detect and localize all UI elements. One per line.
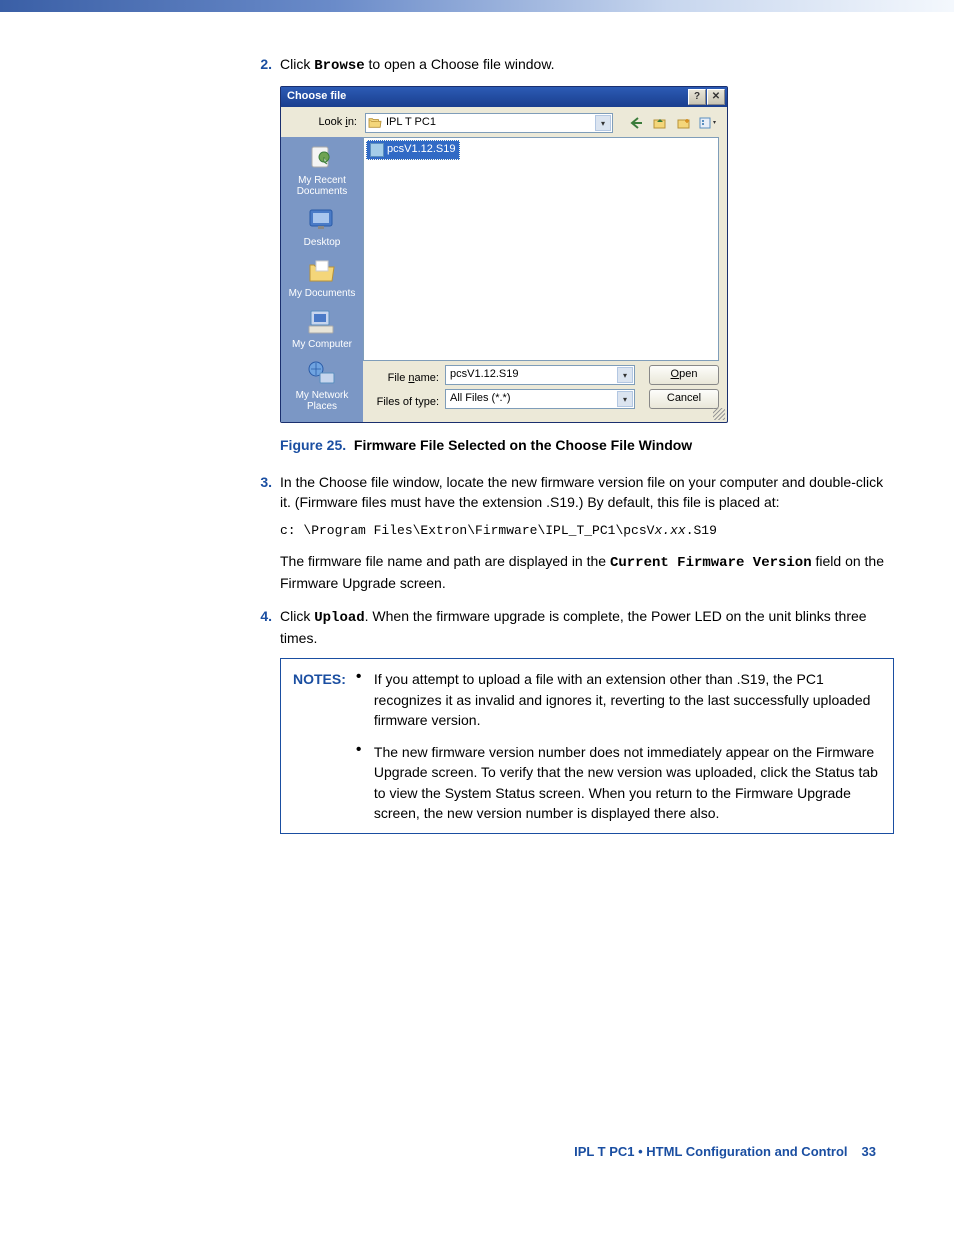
filetype-dropdown[interactable]: All Files (*.*) ▾ — [445, 389, 635, 409]
view-menu-icon[interactable] — [697, 113, 719, 133]
upload-label: Upload — [314, 610, 364, 626]
dialog-title: Choose file — [287, 89, 687, 105]
place-label: Desktop — [281, 237, 363, 248]
lookin-value: IPL T PC1 — [386, 115, 436, 131]
help-button[interactable]: ? — [688, 89, 706, 105]
step-4: 4. Click Upload. When the firmware upgra… — [250, 606, 894, 649]
note-text: The new firmware version number does not… — [374, 742, 881, 823]
browse-label: Browse — [314, 58, 364, 74]
lookin-label: Look in: — [289, 115, 361, 131]
chevron-down-icon: ▾ — [595, 115, 611, 131]
filetype-value: All Files (*.*) — [450, 391, 511, 407]
text: Click — [280, 608, 314, 624]
bullet-icon: • — [356, 742, 366, 823]
code-path: c: \Program Files\Extron\Firmware\IPL_T_… — [280, 522, 894, 541]
close-button[interactable]: ✕ — [707, 89, 725, 105]
page-number: 33 — [862, 1144, 876, 1159]
desktop-icon — [305, 205, 339, 235]
notes-title: NOTES: — [293, 669, 346, 823]
step-3b-text: The firmware file name and path are disp… — [280, 551, 894, 594]
text: The firmware file name and path are disp… — [280, 553, 610, 569]
open-button[interactable]: Open — [649, 365, 719, 385]
page-header-bar — [0, 0, 954, 12]
place-label: My Recent Documents — [281, 175, 363, 197]
filename-label: File name: — [363, 368, 439, 392]
place-label: My Computer — [281, 339, 363, 350]
places-bar: My Recent Documents Desktop My Documents… — [281, 137, 363, 422]
path-a: c: \Program Files\Extron\Firmware\IPL_T_… — [280, 523, 654, 538]
note-text: If you attempt to upload a file with an … — [374, 669, 881, 730]
file-icon — [370, 143, 384, 157]
up-folder-icon[interactable] — [649, 113, 671, 133]
filetype-label: Files of type: — [363, 392, 439, 416]
step-2: 2. Click Browse to open a Choose file wi… — [250, 54, 894, 76]
place-recent[interactable]: My Recent Documents — [281, 141, 363, 201]
bullet-icon: • — [356, 669, 366, 730]
choose-file-dialog: Choose file ? ✕ Look in: IPL T PC1 ▾ — [280, 86, 728, 423]
lookin-row: Look in: IPL T PC1 ▾ — [281, 107, 727, 137]
filename-value: pcsV1.12.S19 — [450, 367, 519, 383]
place-label: My Documents — [281, 288, 363, 299]
place-mydocs[interactable]: My Documents — [281, 254, 363, 303]
lookin-dropdown[interactable]: IPL T PC1 ▾ — [365, 113, 613, 133]
place-desktop[interactable]: Desktop — [281, 203, 363, 252]
current-fw-label: Current Firmware Version — [610, 555, 812, 571]
cancel-button[interactable]: Cancel — [649, 389, 719, 409]
chevron-down-icon: ▾ — [617, 367, 633, 383]
note-item: •The new firmware version number does no… — [356, 742, 881, 823]
folder-open-icon — [368, 117, 382, 129]
page-footer: IPL T PC1 • HTML Configuration and Contr… — [0, 1144, 954, 1159]
recent-docs-icon — [305, 143, 339, 173]
place-network[interactable]: My Network Places — [281, 356, 363, 416]
note-item: •If you attempt to upload a file with an… — [356, 669, 881, 730]
field-labels: File name: Files of type: — [363, 365, 439, 416]
step-number: 2. — [250, 54, 272, 76]
place-mycomputer[interactable]: My Computer — [281, 305, 363, 354]
file-name: pcsV1.12.S19 — [387, 142, 456, 158]
dialog-body: My Recent Documents Desktop My Documents… — [281, 137, 727, 422]
dialog-titlebar: Choose file ? ✕ — [281, 87, 727, 107]
step-number: 4. — [250, 606, 272, 649]
path-c: .S19 — [686, 523, 717, 538]
new-folder-icon[interactable] — [673, 113, 695, 133]
footer-text: IPL T PC1 • HTML Configuration and Contr… — [574, 1144, 847, 1159]
text: Click — [280, 56, 314, 72]
back-icon[interactable] — [625, 113, 647, 133]
path-b: x.xx — [654, 523, 685, 538]
step-number: 3. — [250, 472, 272, 513]
file-item-selected[interactable]: pcsV1.12.S19 — [366, 140, 460, 160]
network-places-icon — [305, 358, 339, 388]
step-text: Click Browse to open a Choose file windo… — [280, 54, 894, 76]
step-text: In the Choose file window, locate the ne… — [280, 472, 894, 513]
page-content: 2. Click Browse to open a Choose file wi… — [250, 54, 894, 834]
dialog-buttons: Open Cancel — [649, 365, 719, 409]
resize-grip-icon[interactable] — [713, 408, 725, 420]
step-text: Click Upload. When the firmware upgrade … — [280, 606, 894, 649]
my-documents-icon — [305, 256, 339, 286]
figure-label: Figure 25. — [280, 437, 346, 453]
notes-box: NOTES: •If you attempt to upload a file … — [280, 658, 894, 834]
text: to open a Choose file window. — [365, 56, 555, 72]
file-list[interactable]: pcsV1.12.S19 — [363, 137, 719, 361]
notes-list: •If you attempt to upload a file with an… — [352, 669, 881, 823]
field-inputs: pcsV1.12.S19 ▾ All Files (*.*) ▾ — [445, 365, 635, 413]
step-3: 3. In the Choose file window, locate the… — [250, 472, 894, 513]
text: . When the firmware upgrade is complete,… — [280, 608, 867, 646]
chevron-down-icon: ▾ — [617, 391, 633, 407]
figure-caption: Figure 25. Firmware File Selected on the… — [280, 435, 894, 455]
dialog-bottom: File name: Files of type: pcsV1.12.S19 ▾… — [363, 365, 727, 422]
my-computer-icon — [305, 307, 339, 337]
filename-input[interactable]: pcsV1.12.S19 ▾ — [445, 365, 635, 385]
place-label: My Network Places — [281, 390, 363, 412]
figure-text: Firmware File Selected on the Choose Fil… — [354, 437, 692, 453]
toolbar-icons — [625, 113, 719, 133]
